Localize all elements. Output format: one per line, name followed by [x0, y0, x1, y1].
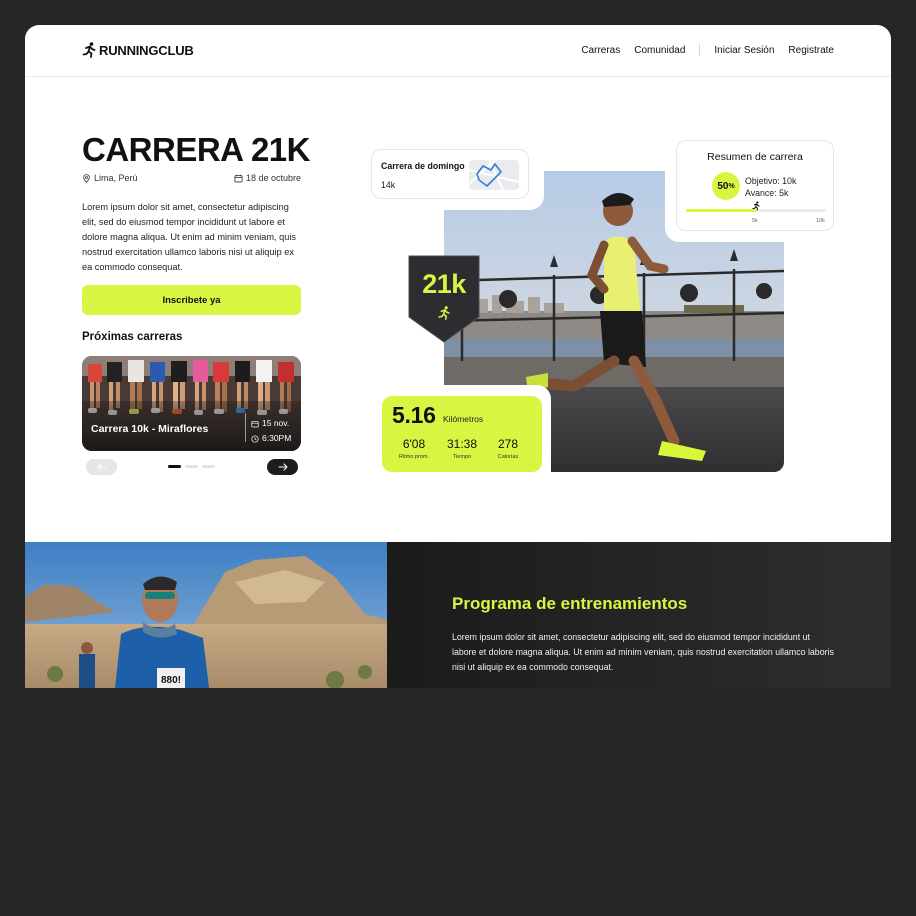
top-header: RUNNINGCLUB Carreras Comunidad Iniciar S…: [25, 25, 891, 77]
race-date-row: 15 nov.: [251, 416, 291, 431]
stat-value: 31:38: [446, 437, 478, 451]
percent-sign: %: [728, 182, 735, 190]
race-info: 15 nov. 6:30PM: [251, 416, 291, 446]
hero-title: CARRERA 21K: [82, 131, 310, 168]
distance-label: Kilómetros: [443, 414, 484, 424]
location-text: Lima, Perú: [94, 173, 138, 183]
sunday-race-title: Carrera de domingo: [381, 161, 465, 171]
upcoming-races-title: Próximas carreras: [82, 331, 183, 343]
runner-marker-icon: [752, 201, 760, 211]
nav-divider: [699, 44, 701, 56]
register-button[interactable]: Inscribete ya: [82, 285, 301, 315]
page-frame: RUNNINGCLUB Carreras Comunidad Iniciar S…: [25, 25, 891, 688]
location-pin-icon: [83, 173, 90, 183]
stat-calories: 278 Calorías: [484, 437, 532, 460]
race-summary-card: Resumen de carrera 50% Objetivo: 10k Ava…: [676, 140, 834, 231]
distance-badge: 21k: [408, 255, 480, 343]
clock-icon: [251, 434, 259, 443]
race-time-row: 6:30PM: [251, 431, 291, 446]
route-map-icon: [469, 160, 519, 190]
arrow-left-icon: [96, 463, 107, 471]
stat-pace: 6'08 Ritmo prom.: [390, 437, 438, 460]
carousel-dots: [168, 465, 215, 468]
progress-text: Avance: 5k: [745, 188, 789, 198]
program-title: Programa de entrenamientos: [452, 594, 688, 613]
stat-time: 31:38 Tiempo: [438, 437, 486, 460]
stat-label: Calorías: [497, 454, 519, 460]
arrow-right-icon: [277, 463, 288, 471]
nav-carreras[interactable]: Carreras: [581, 45, 620, 56]
badge-distance: 21k: [422, 269, 466, 299]
stat-value: 6'08: [402, 437, 426, 451]
program-description: Lorem ipsum dolor sit amet, consectetur …: [452, 632, 834, 672]
carousel-dot[interactable]: [168, 465, 181, 468]
race-date: 15 nov.: [262, 418, 290, 428]
brand-name: RUNNINGCLUB: [99, 42, 194, 58]
svg-text:880!: 880!: [161, 675, 181, 686]
stat-label: Ritmo prom.: [399, 454, 429, 460]
nav-register[interactable]: Registrate: [788, 45, 834, 56]
tick-end: 10k: [816, 218, 825, 224]
nav-comunidad[interactable]: Comunidad: [634, 45, 685, 56]
race-divider: [245, 413, 246, 442]
stat-label: Tiempo: [452, 454, 472, 460]
race-time: 6:30PM: [262, 433, 292, 443]
date-text: 18 de octubre: [245, 173, 301, 183]
percent-value: 50: [717, 180, 729, 192]
progress-percent: 50%: [712, 172, 740, 200]
calendar-icon: [251, 420, 259, 427]
sunday-race-card[interactable]: Carrera de domingo 14k: [371, 149, 529, 199]
main-nav: Carreras Comunidad Iniciar Sesión Regist…: [581, 44, 834, 56]
goal-text: Objetivo: 10k: [745, 176, 797, 186]
event-date: 18 de octubre: [234, 173, 301, 183]
summary-goal: Objetivo: 10k Avance: 5k: [745, 175, 796, 199]
tick-mid: 5k: [752, 218, 758, 224]
runner-icon: [82, 42, 96, 58]
carousel-next-button[interactable]: [267, 459, 298, 475]
hero-description: Lorem ipsum dolor sit amet, consectetur …: [82, 202, 296, 272]
run-stats-card: 5.16 Kilómetros 6'08 Ritmo prom. 31:38 T…: [382, 396, 542, 472]
training-photo: 880!: [25, 542, 387, 688]
carousel-prev-button[interactable]: [86, 459, 117, 475]
stat-value: 278: [497, 437, 519, 451]
runner-icon: [438, 306, 450, 320]
carousel-dot[interactable]: [185, 465, 198, 468]
training-program-section: Programa de entrenamientos Lorem ipsum d…: [387, 542, 891, 688]
race-carousel-controls: [86, 459, 298, 475]
summary-title: Resumen de carrera: [707, 151, 803, 163]
race-name: Carrera 10k - Miraflores: [91, 423, 209, 435]
progress-fill: [686, 209, 756, 212]
upcoming-race-card[interactable]: Carrera 10k - Miraflores 15 nov. 6:30PM: [82, 356, 301, 451]
brand-logo[interactable]: RUNNINGCLUB: [82, 42, 194, 58]
distance-value: 5.16: [392, 402, 436, 428]
sunday-race-distance: 14k: [381, 180, 396, 190]
event-location: Lima, Perú: [82, 173, 138, 183]
carousel-dot[interactable]: [202, 465, 215, 468]
calendar-icon: [234, 174, 243, 182]
training-photo-image: 880!: [25, 542, 387, 688]
nav-login[interactable]: Iniciar Sesión: [714, 45, 774, 56]
